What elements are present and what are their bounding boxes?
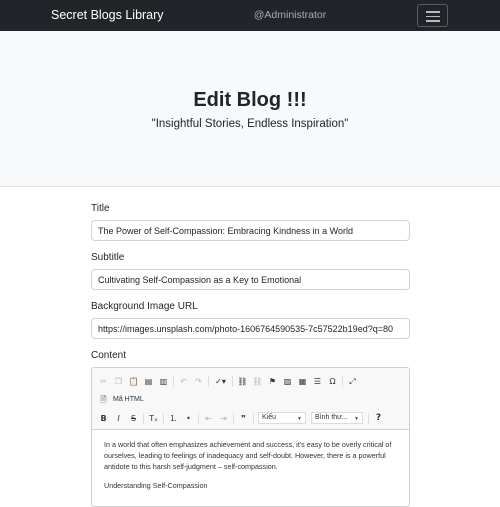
subtitle-input[interactable]: Cultivating Self-Compassion as a Key to … [91, 269, 410, 290]
background-image-label: Background Image URL [91, 301, 198, 312]
background-image-input[interactable]: https://images.unsplash.com/photo-160676… [91, 318, 410, 339]
indent-icon[interactable]: ⇥ [218, 413, 229, 424]
source-icon: 🗎 [100, 394, 107, 404]
toolbar-separator [173, 375, 174, 387]
special-char-icon[interactable]: Ω [327, 376, 338, 387]
style-select[interactable]: Kiểu ▼ [258, 412, 306, 424]
title-label: Title [91, 203, 110, 214]
toolbar-separator [368, 412, 369, 424]
page-tagline: "Insightful Stories, Endless Inspiration… [151, 118, 349, 130]
format-select[interactable]: Bình thư... ▼ [311, 412, 363, 424]
blockquote-icon[interactable]: ❞ [238, 413, 249, 424]
title-input[interactable]: The Power of Self-Compassion: Embracing … [91, 220, 410, 241]
maximize-icon[interactable]: ⤢ [347, 376, 358, 387]
undo-icon[interactable]: ↶ [178, 376, 189, 387]
chevron-down-icon: ▼ [297, 416, 302, 422]
source-button[interactable]: 🗎 Mã HTML [98, 394, 144, 405]
toolbar-separator [342, 375, 343, 387]
horizontal-line-icon[interactable]: ☰ [312, 376, 323, 387]
style-select-value: Kiểu [262, 414, 277, 421]
editor-toolbar: ✂ ❐ 📋 ▤ ▥ ↶ ↷ ✓▾ ⛓ ⛓ ⚑ ▨ ▦ ☰ Ω ⤢ 🗎 Mã HT… [92, 368, 409, 430]
page-header: Edit Blog !!! "Insightful Stories, Endle… [0, 31, 500, 187]
numbered-list-icon[interactable]: ⒈ [168, 413, 179, 424]
anchor-icon[interactable]: ⚑ [267, 376, 278, 387]
editor-content[interactable]: In a world that often emphasizes achieve… [104, 440, 400, 501]
spellcheck-icon[interactable]: ✓▾ [213, 376, 228, 387]
copy-icon[interactable]: ❐ [113, 376, 124, 387]
remove-format-icon[interactable]: Tₓ [148, 413, 159, 424]
table-icon[interactable]: ▦ [297, 376, 308, 387]
toolbar-separator [163, 412, 164, 424]
subtitle-label: Subtitle [91, 252, 125, 263]
outdent-icon[interactable]: ⇤ [203, 413, 214, 424]
toolbar-separator [253, 412, 254, 424]
link-icon[interactable]: ⛓ [237, 376, 248, 387]
cut-icon[interactable]: ✂ [98, 376, 109, 387]
toolbar-separator [198, 412, 199, 424]
help-icon[interactable]: ? [373, 413, 384, 424]
toolbar-separator [232, 375, 233, 387]
format-select-value: Bình thư... [315, 414, 348, 421]
italic-icon[interactable]: I [113, 413, 124, 424]
paste-icon[interactable]: 📋 [128, 376, 139, 387]
content-paragraph: In a world that often emphasizes achieve… [104, 440, 392, 471]
redo-icon[interactable]: ↷ [193, 376, 204, 387]
source-label: Mã HTML [113, 395, 144, 403]
toolbar-separator [208, 375, 209, 387]
content-paragraph: Understanding Self-Compassion [104, 481, 208, 491]
navbar: Secret Blogs Library @Administrator [0, 0, 500, 31]
bold-icon[interactable]: B [98, 413, 109, 424]
paste-word-icon[interactable]: ▥ [158, 376, 169, 387]
rich-text-editor[interactable]: ✂ ❐ 📋 ▤ ▥ ↶ ↷ ✓▾ ⛓ ⛓ ⚑ ▨ ▦ ☰ Ω ⤢ 🗎 Mã HT… [91, 367, 410, 507]
unlink-icon[interactable]: ⛓ [252, 376, 263, 387]
strike-icon[interactable]: S [128, 413, 139, 424]
image-icon[interactable]: ▨ [282, 376, 293, 387]
toolbar-separator [233, 412, 234, 424]
toolbar-separator [143, 412, 144, 424]
content-label: Content [91, 350, 127, 361]
navbar-toggler-button[interactable] [417, 4, 448, 27]
bulleted-list-icon[interactable]: • [183, 413, 194, 424]
paste-text-icon[interactable]: ▤ [143, 376, 154, 387]
chevron-down-icon: ▼ [354, 416, 359, 422]
page-title: Edit Blog !!! [193, 89, 307, 111]
